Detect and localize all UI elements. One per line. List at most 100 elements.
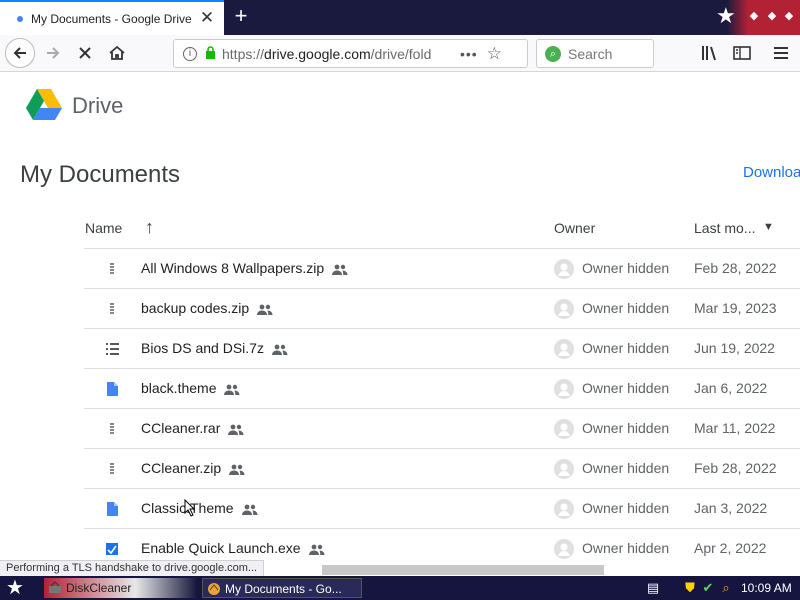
table-row[interactable]: backup codes.zip Owner hidden Mar 19, 2023 <box>84 289 800 329</box>
url-text[interactable]: https://drive.google.com/drive/folde <box>222 46 432 62</box>
horizontal-scrollbar[interactable] <box>322 565 604 575</box>
close-window-icon[interactable]: ◆ <box>782 9 796 23</box>
owner-name: Owner hidden <box>582 500 670 516</box>
new-tab-button[interactable]: + <box>228 4 254 30</box>
file-name[interactable]: Classic.Theme <box>141 500 258 516</box>
stop-button[interactable] <box>70 38 100 68</box>
google-drive-logo-icon[interactable] <box>25 88 63 122</box>
file-name[interactable]: Enable Quick Launch.exe <box>141 540 325 556</box>
doc-icon <box>104 381 120 397</box>
info-icon[interactable]: i <box>183 46 197 61</box>
network-icon[interactable]: ✔ <box>700 580 716 596</box>
library-icon[interactable] <box>698 41 722 65</box>
avatar <box>554 259 574 279</box>
url-bar[interactable]: i https://drive.google.com/drive/folde •… <box>173 39 528 68</box>
drive-brand-text[interactable]: Drive <box>72 93 123 119</box>
star-icon: ★ <box>716 3 736 28</box>
start-button[interactable]: ★ <box>6 576 24 600</box>
column-header-owner[interactable]: Owner <box>554 220 595 236</box>
table-row[interactable]: CCleaner.zip Owner hidden Feb 28, 2022 <box>84 449 800 489</box>
last-modified-date: Jan 3, 2022 <box>694 500 768 516</box>
maximize-icon[interactable]: ◆ <box>765 9 779 23</box>
last-modified-date: Jan 6, 2022 <box>694 380 768 396</box>
lock-icon[interactable] <box>205 45 216 62</box>
column-header-last-modified[interactable]: Last mo... <box>694 220 755 236</box>
avatar <box>554 539 574 559</box>
zip-icon <box>104 421 120 437</box>
shared-people-icon <box>228 423 244 436</box>
tab-title: My Documents - Google Drive <box>31 11 192 26</box>
file-name[interactable]: backup codes.zip <box>141 300 273 316</box>
table-row[interactable]: CCleaner.rar Owner hidden Mar 11, 2022 <box>84 409 800 449</box>
doc-icon <box>104 501 120 517</box>
file-name[interactable]: All Windows 8 Wallpapers.zip <box>141 260 348 276</box>
list-file-icon <box>104 341 120 357</box>
tab-bar: My Documents - Google Drive ✕ + ★ ◆ ◆ ◆ <box>0 0 800 35</box>
zip-icon <box>104 301 120 317</box>
owner-name: Owner hidden <box>582 540 670 556</box>
table-row[interactable]: All Windows 8 Wallpapers.zip Owner hidden… <box>84 249 800 289</box>
page-actions-icon[interactable]: ••• <box>460 46 478 62</box>
shared-people-icon <box>332 263 348 276</box>
home-button[interactable] <box>102 38 132 68</box>
avatar <box>554 419 574 439</box>
status-text: Performing a TLS handshake to drive.goog… <box>0 560 265 576</box>
tab-close-icon[interactable]: ✕ <box>198 9 216 27</box>
sidebar-icon[interactable] <box>730 41 754 65</box>
last-modified-date: Mar 19, 2023 <box>694 300 777 316</box>
search-placeholder: Search <box>568 45 613 62</box>
last-modified-date: Jun 19, 2022 <box>694 340 775 356</box>
avatar <box>554 499 574 519</box>
taskbar-item-label: My Documents - Go... <box>225 582 342 596</box>
last-modified-date: Feb 28, 2022 <box>694 460 777 476</box>
table-row[interactable]: Enable Quick Launch.exe Owner hidden Apr 2… <box>84 529 800 560</box>
forward-button[interactable] <box>38 38 68 68</box>
drive-content: Drive My Documents Downloa Name ↑ Owner … <box>0 72 800 560</box>
table-row[interactable]: Bios DS and DSi.7z Owner hidden Jun 19, 20… <box>84 329 800 369</box>
shared-people-icon <box>271 343 288 356</box>
owner-name: Owner hidden <box>582 420 670 436</box>
menu-icon[interactable] <box>769 41 793 65</box>
minimize-icon[interactable]: ◆ <box>747 9 761 23</box>
shared-people-icon <box>229 463 245 476</box>
sort-ascending-icon[interactable]: ↑ <box>145 217 154 238</box>
disk-cleaner-icon <box>49 581 61 593</box>
avatar <box>554 459 574 479</box>
zip-icon <box>104 461 120 477</box>
file-name[interactable]: CCleaner.rar <box>141 420 244 436</box>
exe-icon <box>104 541 120 557</box>
shared-people-icon <box>257 303 273 316</box>
column-header-name[interactable]: Name <box>85 220 122 236</box>
back-arrow-icon <box>13 47 26 59</box>
forward-arrow-icon <box>47 47 60 59</box>
stop-icon <box>79 47 91 59</box>
search-input[interactable]: ⌕ Search <box>536 39 654 68</box>
bookmark-star-icon[interactable]: ☆ <box>487 44 502 64</box>
owner-name: Owner hidden <box>582 460 670 476</box>
drive-favicon-icon <box>17 15 23 22</box>
keyboard-icon[interactable]: ▤ <box>645 580 661 596</box>
owner-name: Owner hidden <box>582 340 670 356</box>
shared-people-icon <box>224 383 240 396</box>
last-modified-date: Apr 2, 2022 <box>694 540 767 556</box>
home-icon <box>109 45 125 60</box>
zip-icon <box>104 261 120 277</box>
taskbar-item-diskcleaner[interactable]: DiskCleaner <box>44 578 196 598</box>
file-name[interactable]: CCleaner.zip <box>141 460 245 476</box>
table-row[interactable]: black.theme Owner hidden Jan 6, 2022 <box>84 369 800 409</box>
shield-icon[interactable]: ⛊ <box>682 580 698 596</box>
mouse-cursor-icon <box>184 499 196 517</box>
taskbar: ★ DiskCleaner My Documents - Go... ▤ ⛊ ✔… <box>0 576 800 600</box>
browser-icon <box>208 583 220 595</box>
file-name[interactable]: Bios DS and DSi.7z <box>141 340 288 356</box>
back-button[interactable] <box>5 38 35 68</box>
sort-dropdown-icon[interactable]: ▼ <box>763 221 774 233</box>
file-name[interactable]: black.theme <box>141 380 240 396</box>
clock: 10:09 AM <box>741 581 792 595</box>
tab-my-documents[interactable]: My Documents - Google Drive ✕ <box>0 0 224 35</box>
taskbar-item-label: DiskCleaner <box>66 581 132 595</box>
taskbar-item-browser[interactable]: My Documents - Go... <box>202 578 362 598</box>
shared-people-icon <box>241 503 258 516</box>
download-link[interactable]: Downloa <box>743 164 800 181</box>
search-tray-icon[interactable]: ⌕ <box>718 580 734 596</box>
